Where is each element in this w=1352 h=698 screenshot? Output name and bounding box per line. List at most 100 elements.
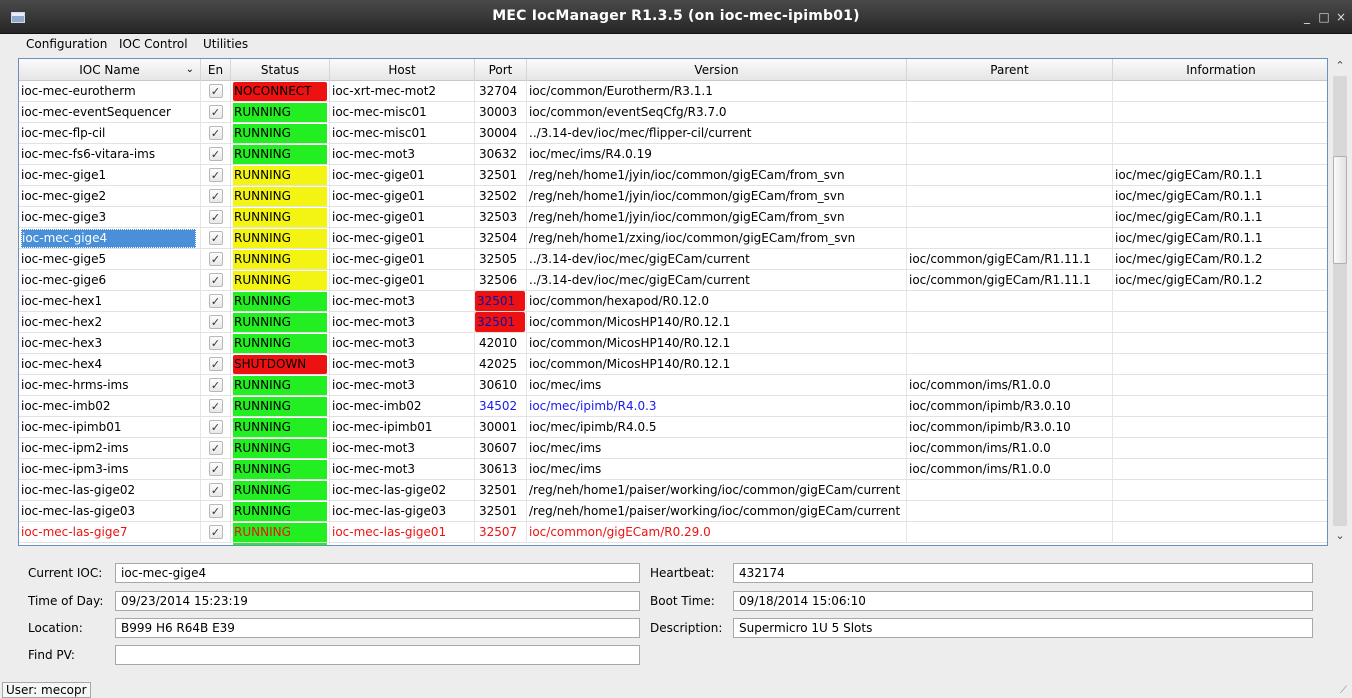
version-cell[interactable]: /reg/neh/home1/jyin/ioc/common/gigECam/f… [527, 207, 907, 227]
status-cell[interactable]: RUNNING [231, 165, 330, 185]
ioc-name-cell[interactable]: ioc-mec-ipm2-ims [19, 438, 201, 458]
ioc-name-cell[interactable]: ioc-mec-hex4 [19, 354, 201, 374]
enable-checkbox[interactable]: ✓ [208, 126, 223, 140]
host-cell[interactable]: ioc-mec-gige01 [330, 207, 475, 227]
status-cell[interactable]: RUNNING [231, 438, 330, 458]
menu-configuration[interactable]: Configuration [26, 37, 107, 51]
find-pv-input[interactable] [115, 645, 640, 665]
table-row[interactable]: ioc-mec-gige2 ✓ RUNNING ioc-mec-gige01 32502… [19, 186, 1327, 207]
enable-checkbox[interactable]: ✓ [208, 462, 223, 476]
ioc-name-cell[interactable]: ioc-mec-las-gige7 [19, 522, 201, 542]
enable-checkbox[interactable]: ✓ [208, 336, 223, 350]
ioc-name-cell[interactable]: ioc-mec-hex3 [19, 333, 201, 353]
table-row[interactable]: ioc-mec-flp-cil ✓ RUNNING ioc-mec-misc01 300… [19, 123, 1327, 144]
host-cell[interactable]: ioc-mec-imb02 [330, 396, 475, 416]
version-cell[interactable]: /reg/neh/home1/jyin/ioc/common/gigECam/f… [527, 165, 907, 185]
parent-cell[interactable] [907, 333, 1113, 353]
header-host[interactable]: Host [330, 59, 475, 81]
version-cell[interactable]: ioc/mec/ims [527, 375, 907, 395]
status-cell[interactable] [231, 543, 330, 545]
header-status[interactable]: Status [231, 59, 330, 81]
version-cell[interactable]: ioc/common/gigECam/R0.29.0 [527, 522, 907, 542]
host-cell[interactable]: ioc-mec-mot3 [330, 438, 475, 458]
ioc-name-cell[interactable]: ioc-mec-imb02 [19, 396, 201, 416]
parent-cell[interactable] [907, 312, 1113, 332]
enable-checkbox[interactable]: ✓ [208, 252, 223, 266]
version-cell[interactable]: ioc/common/eventSeqCfg/R3.7.0 [527, 102, 907, 122]
host-cell[interactable]: ioc-mec-gige01 [330, 249, 475, 269]
table-row[interactable]: ioc-mec-hex2 ✓ RUNNING ioc-mec-mot3 32501 ioc… [19, 312, 1327, 333]
port-cell[interactable]: 30003 [475, 102, 527, 122]
host-cell[interactable]: ioc-mec-mot3 [330, 291, 475, 311]
version-cell[interactable]: ioc/mec/ipimb/R4.0.3 [527, 396, 907, 416]
parent-cell[interactable]: ioc/common/ims/R1.0.0 [907, 438, 1113, 458]
port-cell[interactable]: 32504 [475, 228, 527, 248]
ioc-name-cell[interactable]: ioc-mec-gige2 [19, 186, 201, 206]
parent-cell[interactable]: ioc/common/ipimb/R3.0.10 [907, 417, 1113, 437]
version-cell[interactable]: ioc/mec/ipimb/R4.0.5 [527, 417, 907, 437]
ioc-name-cell[interactable]: ioc-mec-hex1 [19, 291, 201, 311]
host-cell[interactable]: ioc-mec-las-gige01 [330, 522, 475, 542]
port-cell[interactable]: 32501 [475, 501, 527, 521]
host-cell[interactable]: ioc-mec-gige01 [330, 228, 475, 248]
port-cell[interactable]: 32503 [475, 207, 527, 227]
header-ioc-name[interactable]: IOC Name ⌄ [19, 59, 201, 81]
version-cell[interactable]: ioc/common/hexapod/R0.12.0 [527, 291, 907, 311]
table-row[interactable]: ioc-mec-ipm2-ims ✓ RUNNING ioc-mec-mot3 3060… [19, 438, 1327, 459]
information-cell[interactable] [1113, 81, 1327, 101]
enable-checkbox[interactable]: ✓ [208, 399, 223, 413]
status-cell[interactable]: RUNNING [231, 186, 330, 206]
status-cell[interactable]: RUNNING [231, 459, 330, 479]
enable-checkbox[interactable]: ✓ [208, 483, 223, 497]
menu-utilities[interactable]: Utilities [203, 37, 248, 51]
status-cell[interactable]: RUNNING [231, 333, 330, 353]
host-cell[interactable]: ioc-mec-misc01 [330, 102, 475, 122]
ioc-name-cell[interactable]: ioc-mec-gige6 [19, 270, 201, 290]
information-cell[interactable]: ioc/mec/gigECam/R0.1.1 [1113, 165, 1327, 185]
current-ioc-field[interactable]: ioc-mec-gige4 [115, 563, 640, 583]
parent-cell[interactable] [907, 207, 1113, 227]
information-cell[interactable] [1113, 375, 1327, 395]
version-cell[interactable]: ioc/common/MicosHP140/R0.12.1 [527, 354, 907, 374]
enable-checkbox[interactable]: ✓ [208, 168, 223, 182]
host-cell[interactable]: ioc-mec-misc01 [330, 123, 475, 143]
port-cell[interactable]: 42025 [475, 354, 527, 374]
enable-checkbox[interactable]: ✓ [208, 420, 223, 434]
parent-cell[interactable] [907, 228, 1113, 248]
table-row[interactable]: ioc-mec-las-gige7 ✓ RUNNING ioc-mec-las-gig… [19, 522, 1327, 543]
table-row[interactable]: ioc-mec-ipimb01 ✓ RUNNING ioc-mec-ipimb01 30… [19, 417, 1327, 438]
table-row[interactable]: ioc-mec-imb02 ✓ RUNNING ioc-mec-imb02 34502 i… [19, 396, 1327, 417]
status-cell[interactable]: RUNNING [231, 270, 330, 290]
table-row[interactable]: ioc-mec-eurotherm ✓ NOCONNECT ioc-xrt-mec-m… [19, 81, 1327, 102]
status-cell[interactable]: RUNNING [231, 291, 330, 311]
information-cell[interactable]: ioc/mec/gigECam/R0.1.2 [1113, 270, 1327, 290]
status-cell[interactable]: RUNNING [231, 522, 330, 542]
host-cell[interactable]: ioc-mec-gige01 [330, 270, 475, 290]
status-cell[interactable]: RUNNING [231, 375, 330, 395]
parent-cell[interactable] [907, 501, 1113, 521]
location-field[interactable]: B999 H6 R64B E39 [115, 618, 640, 638]
table-row[interactable]: ioc-mec-hex3 ✓ RUNNING ioc-mec-mot3 42010 ioc… [19, 333, 1327, 354]
status-cell[interactable]: SHUTDOWN [231, 354, 330, 374]
table-row[interactable]: ioc-mec-las-gige02 ✓ RUNNING ioc-mec-las-gi… [19, 480, 1327, 501]
header-parent[interactable]: Parent [907, 59, 1113, 81]
port-cell[interactable]: 30001 [475, 417, 527, 437]
port-cell[interactable]: 32502 [475, 186, 527, 206]
enable-checkbox[interactable]: ✓ [208, 504, 223, 518]
host-cell[interactable]: ioc-mec-mot3 [330, 333, 475, 353]
information-cell[interactable] [1113, 312, 1327, 332]
status-cell[interactable]: RUNNING [231, 480, 330, 500]
ioc-name-cell[interactable]: ioc-mec-hrms-ims [19, 375, 201, 395]
host-cell[interactable]: ioc-mec-las-gige03 [330, 501, 475, 521]
enable-checkbox[interactable]: ✓ [208, 441, 223, 455]
header-port[interactable]: Port [475, 59, 527, 81]
information-cell[interactable]: ioc/mec/gigECam/R0.1.1 [1113, 186, 1327, 206]
parent-cell[interactable]: ioc/common/gigECam/R1.11.1 [907, 270, 1113, 290]
parent-cell[interactable] [907, 522, 1113, 542]
header-version[interactable]: Version [527, 59, 907, 81]
host-cell[interactable]: ioc-mec-mot3 [330, 312, 475, 332]
ioc-name-cell[interactable]: ioc-mec-las-gige02 [19, 480, 201, 500]
ioc-name-cell[interactable]: ioc-mec-las-gige03 [19, 501, 201, 521]
scroll-track[interactable] [1333, 76, 1347, 526]
table-row[interactable]: ioc-mec-hrms-ims ✓ RUNNING ioc-mec-mot3 3061… [19, 375, 1327, 396]
